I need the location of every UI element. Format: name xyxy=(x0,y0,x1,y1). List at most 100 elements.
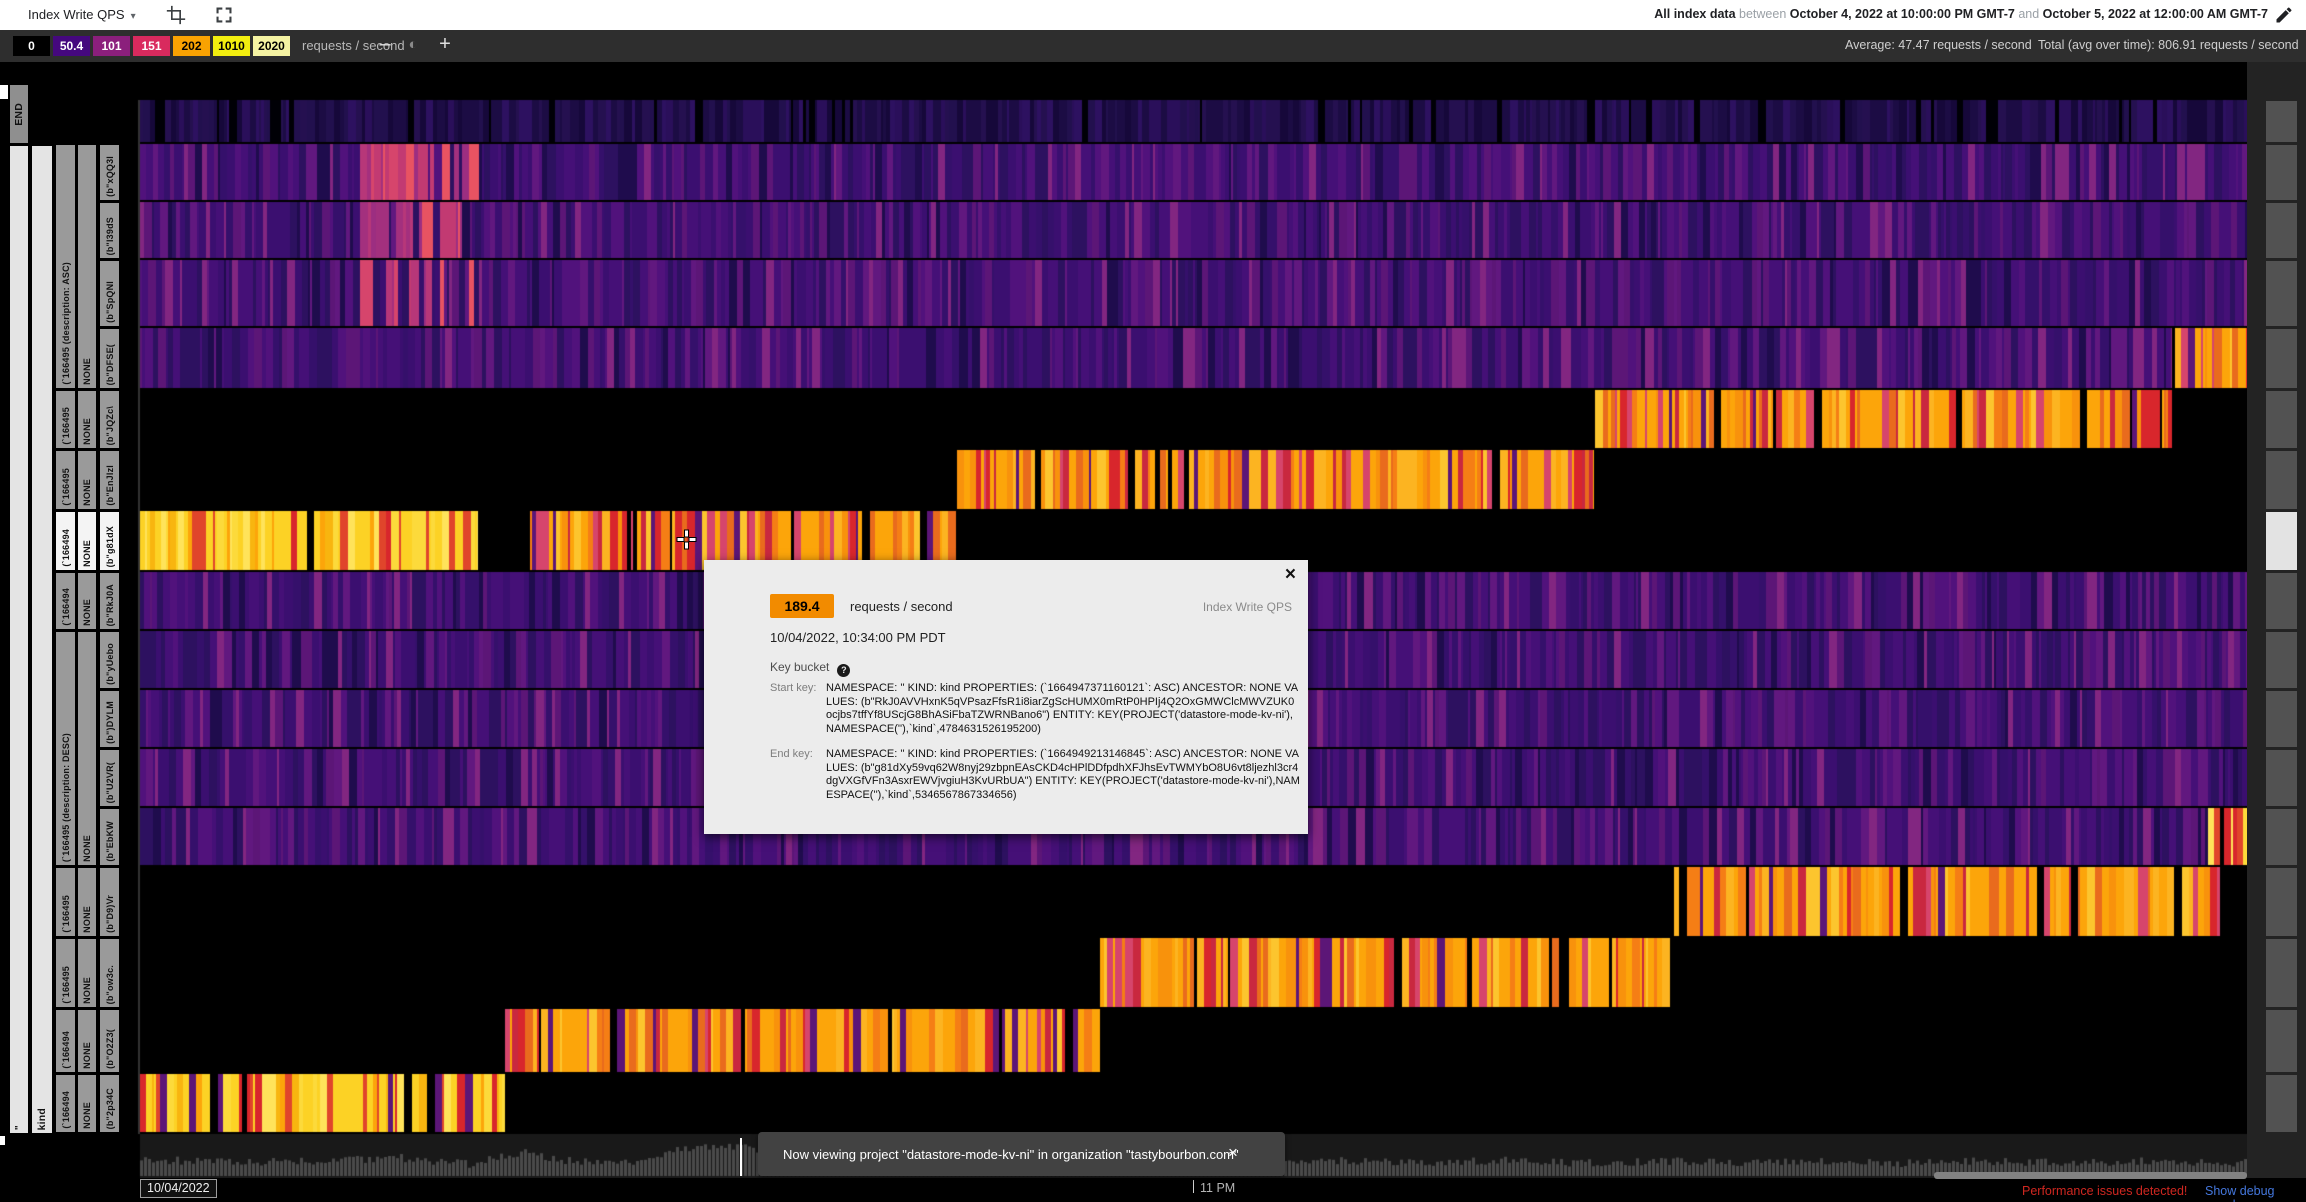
row-indicator-9[interactable] xyxy=(2266,632,2297,688)
index-cell-5[interactable]: (`166495 xyxy=(56,391,75,448)
value-cell-16[interactable]: (b"2p34C xyxy=(100,1075,119,1132)
value-cell-4[interactable]: (b"DFSE( xyxy=(100,329,119,388)
value-cell-8-label: (b"RkJ0A xyxy=(105,584,115,629)
ancestor-cell-7[interactable]: NONE xyxy=(78,512,96,570)
value-cell-6[interactable]: (b"EnJlzl xyxy=(100,451,119,509)
row-indicator-5[interactable] xyxy=(2266,391,2297,448)
value-cell-9[interactable]: (b"yUebo xyxy=(100,632,119,688)
value-cell-11-label: (b"U2VR( xyxy=(105,762,115,806)
value-cell-1[interactable]: (b"xQQ3l xyxy=(100,145,119,200)
row-indicator-12[interactable] xyxy=(2266,809,2297,865)
chevron-down-icon: ▾ xyxy=(131,11,136,22)
tooltip-value-badge: 189.4 xyxy=(770,594,834,618)
namespace-cell[interactable]: " xyxy=(10,146,28,1133)
value-cell-14-label: (b"ow3c. xyxy=(105,965,115,1007)
ancestor-cell-8-label: NONE xyxy=(82,599,92,629)
row-indicator-4[interactable] xyxy=(2266,329,2297,388)
row-indicator-6[interactable] xyxy=(2266,451,2297,509)
header-prefix: All index data xyxy=(1654,7,1735,21)
row-indicator-0[interactable] xyxy=(2266,101,2297,142)
header-start-date: October 4, 2022 at 10:00:00 PM GMT-7 xyxy=(1790,7,2015,21)
kind-cell-label: kind xyxy=(36,1108,48,1133)
metric-selector-label: Index Write QPS xyxy=(28,7,125,22)
fullscreen-icon[interactable] xyxy=(214,5,234,25)
index-cell-7-label: (`166494 xyxy=(61,529,71,570)
ancestor-cell-13-label: NONE xyxy=(82,906,92,936)
time-tick-label: 11 PM xyxy=(1200,1181,1235,1195)
index-cell-8[interactable]: (`166494 xyxy=(56,573,75,629)
index-cell-14[interactable]: (`166495 xyxy=(56,939,75,1007)
invert-colors-icon[interactable]: ◐ xyxy=(400,36,426,53)
help-icon[interactable]: ? xyxy=(837,664,850,677)
value-cell-13[interactable]: (b"D9)Vr xyxy=(100,868,119,936)
legend-stop-202: 202 xyxy=(173,36,210,56)
axis-end-cell[interactable]: END xyxy=(10,85,28,143)
ancestor-cell-15[interactable]: NONE xyxy=(78,1010,96,1072)
crop-icon[interactable] xyxy=(166,5,186,25)
tooltip-close-icon[interactable]: × xyxy=(1285,564,1296,586)
snackbar-close-icon[interactable]: × xyxy=(1222,1143,1244,1163)
row-indicator-10[interactable] xyxy=(2266,691,2297,747)
value-cell-12[interactable]: (b"EbKW xyxy=(100,809,119,865)
row-indicator-15[interactable] xyxy=(2266,1010,2297,1072)
ancestor-cell-16[interactable]: NONE xyxy=(78,1075,96,1132)
value-cell-3[interactable]: (b"SpQNl xyxy=(100,261,119,326)
value-cell-8[interactable]: (b"RkJ0A xyxy=(100,573,119,629)
row-indicator-16[interactable] xyxy=(2266,1075,2297,1132)
row-indicator-7[interactable] xyxy=(2266,512,2297,570)
value-cell-10[interactable]: (b")DYLM xyxy=(100,691,119,747)
zoom-out-button[interactable]: – xyxy=(372,33,398,56)
index-cell-16[interactable]: (`166494 xyxy=(56,1075,75,1132)
index-cell-13[interactable]: (`166495 xyxy=(56,868,75,936)
kind-cell[interactable]: kind xyxy=(32,146,52,1133)
value-cell-7[interactable]: (b"g81dX xyxy=(100,512,119,570)
tooltip-section-label: Key bucket? xyxy=(770,660,850,677)
row-indicator-11[interactable] xyxy=(2266,750,2297,806)
ancestor-cell-13[interactable]: NONE xyxy=(78,868,96,936)
row-indicator-8[interactable] xyxy=(2266,573,2297,629)
row-indicator-2[interactable] xyxy=(2266,203,2297,258)
ancestor-cell-14[interactable]: NONE xyxy=(78,939,96,1007)
value-cell-15-label: (b"O2Z3( xyxy=(105,1029,115,1072)
show-debug-panel-link[interactable]: Show debug panel xyxy=(2205,1184,2306,1202)
end-key-label: End key: xyxy=(770,748,822,760)
time-tick xyxy=(1193,1180,1194,1193)
index-cell-7[interactable]: (`166494 xyxy=(56,512,75,570)
ancestor-cell-5[interactable]: NONE xyxy=(78,391,96,448)
index-cell-1-label: (`166495 (description: ASC) xyxy=(61,262,71,388)
value-cell-2[interactable]: (b"l39dS xyxy=(100,203,119,258)
value-cell-2-label: (b"l39dS xyxy=(105,217,115,258)
index-cell-9[interactable]: (`166495 (description: DESC) xyxy=(56,632,75,865)
value-cell-11[interactable]: (b"U2VR( xyxy=(100,750,119,806)
zoom-in-button[interactable]: + xyxy=(432,33,458,56)
tooltip-timestamp: 10/04/2022, 10:34:00 PM PDT xyxy=(770,630,946,645)
ancestor-cell-6[interactable]: NONE xyxy=(78,451,96,509)
row-indicator-13[interactable] xyxy=(2266,868,2297,936)
metric-selector[interactable]: Index Write QPS ▾ xyxy=(28,7,136,22)
index-cell-1[interactable]: (`166495 (description: ASC) xyxy=(56,145,75,388)
index-cell-15-label: (`166494 xyxy=(61,1031,71,1072)
index-cell-15[interactable]: (`166494 xyxy=(56,1010,75,1072)
value-cell-15[interactable]: (b"O2Z3( xyxy=(100,1010,119,1072)
value-cell-14[interactable]: (b"ow3c. xyxy=(100,939,119,1007)
axis-origin-mark xyxy=(0,85,8,99)
legend-stop-101: 101 xyxy=(93,36,130,56)
date-label: 10/04/2022 xyxy=(140,1179,217,1198)
row-indicator-14[interactable] xyxy=(2266,939,2297,1007)
minimap-cursor[interactable] xyxy=(740,1138,742,1176)
ancestor-cell-1[interactable]: NONE xyxy=(78,145,96,388)
value-cell-5[interactable]: (b"JQZc\ xyxy=(100,391,119,448)
ancestor-cell-8[interactable]: NONE xyxy=(78,573,96,629)
horizontal-scrollbar-thumb[interactable] xyxy=(1934,1172,2247,1179)
index-cell-14-label: (`166495 xyxy=(61,966,71,1007)
edit-pencil-icon[interactable] xyxy=(2274,5,2294,25)
value-cell-10-label: (b")DYLM xyxy=(105,701,115,747)
row-indicator-1[interactable] xyxy=(2266,145,2297,200)
value-cell-12-label: (b"EbKW xyxy=(105,821,115,865)
ancestor-cell-9[interactable]: NONE xyxy=(78,632,96,865)
ancestor-cell-9-label: NONE xyxy=(82,835,92,865)
row-indicator-3[interactable] xyxy=(2266,261,2297,326)
top-toolbar: Index Write QPS▾ All index data between … xyxy=(0,0,2306,30)
legend-bar: requests / second – ◐ + Average: 47.47 r… xyxy=(0,30,2306,62)
index-cell-6[interactable]: (`166495 xyxy=(56,451,75,509)
